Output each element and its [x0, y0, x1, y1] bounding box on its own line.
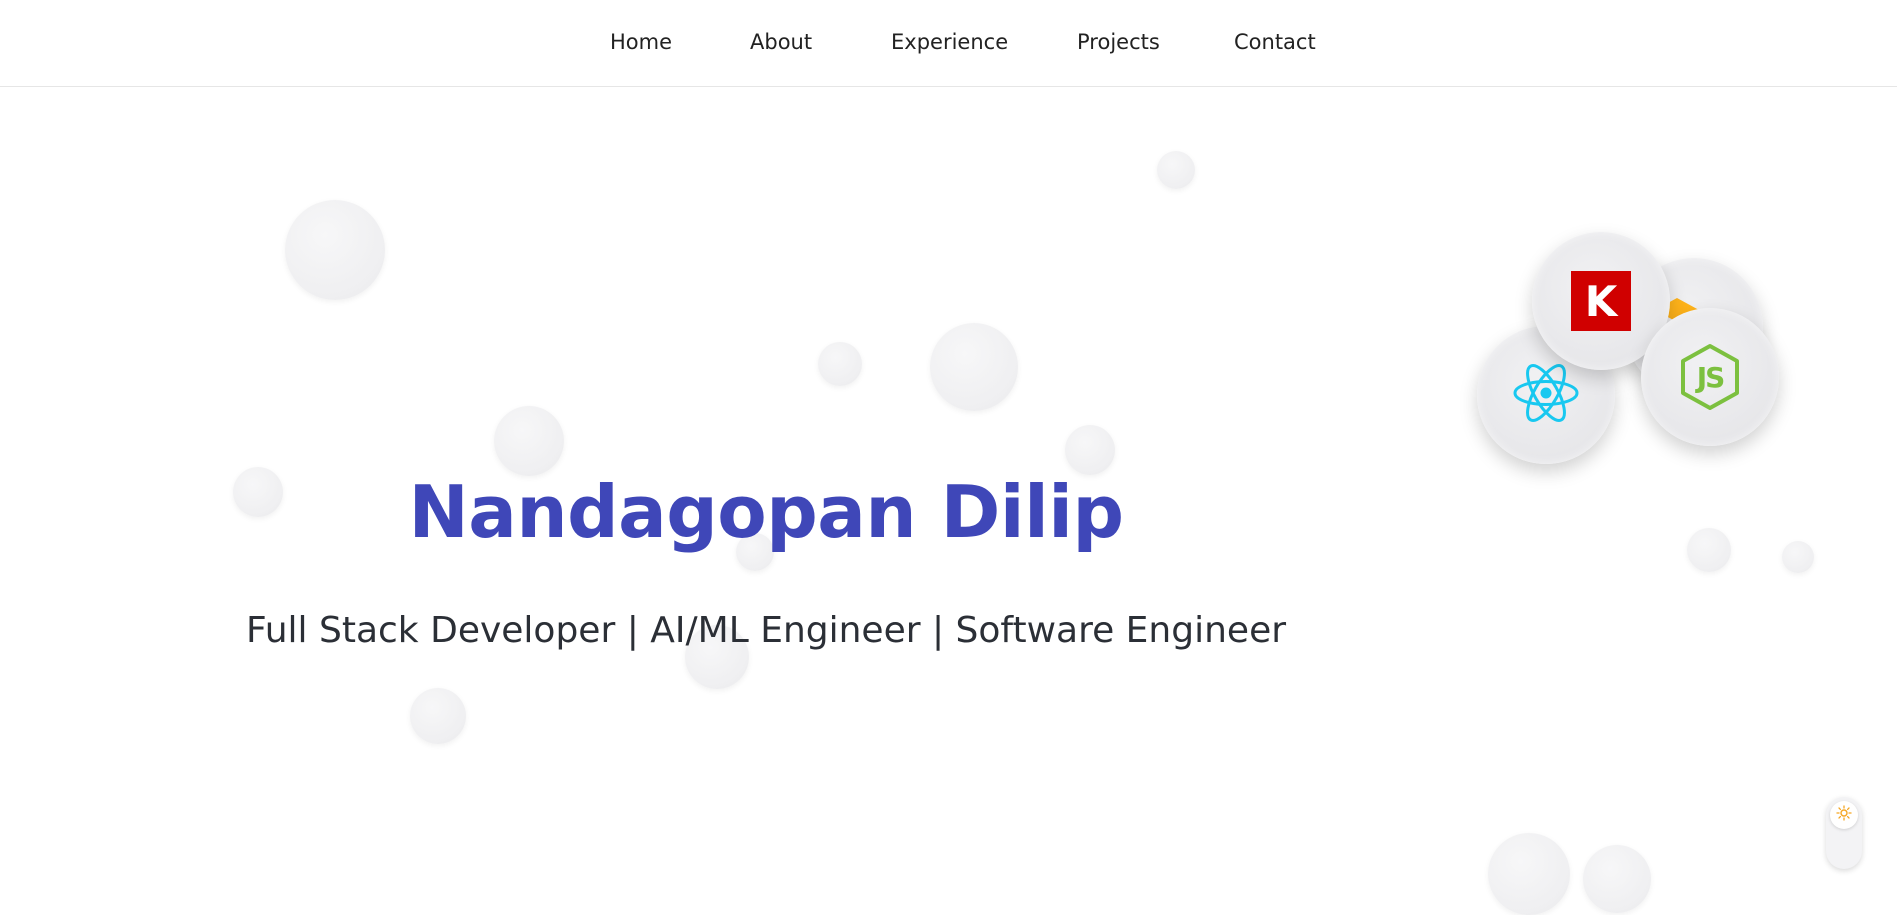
- bubble: [818, 342, 862, 386]
- bubble: [1488, 833, 1570, 915]
- nodejs-icon: JS: [1679, 343, 1741, 411]
- bubble: [1583, 845, 1651, 913]
- keras-icon: K: [1571, 271, 1631, 331]
- nodejs-ball: JS: [1641, 308, 1779, 446]
- nav-projects[interactable]: Projects: [1077, 30, 1160, 54]
- bubble: [285, 200, 385, 300]
- nav-home[interactable]: Home: [610, 30, 672, 54]
- theme-toggle[interactable]: [1826, 797, 1862, 869]
- react-icon: [1512, 362, 1580, 428]
- hero-name: Nandagopan Dilip: [408, 470, 1124, 554]
- sun-icon: [1836, 805, 1852, 825]
- bubble: [930, 323, 1018, 411]
- nav-experience[interactable]: Experience: [891, 30, 1008, 54]
- theme-toggle-knob[interactable]: [1830, 801, 1858, 829]
- bubble: [1157, 151, 1195, 189]
- hero-subtitle: Full Stack Developer | AI/ML Engineer | …: [245, 610, 1287, 651]
- bubble: [410, 688, 466, 744]
- bubble: [1782, 541, 1814, 573]
- bubble: [1687, 528, 1731, 572]
- nav-about[interactable]: About: [750, 30, 812, 54]
- nav-contact[interactable]: Contact: [1234, 30, 1316, 54]
- top-navbar: Home About Experience Projects Contact: [0, 0, 1897, 87]
- bubble: [494, 406, 564, 476]
- bubble: [1065, 425, 1115, 475]
